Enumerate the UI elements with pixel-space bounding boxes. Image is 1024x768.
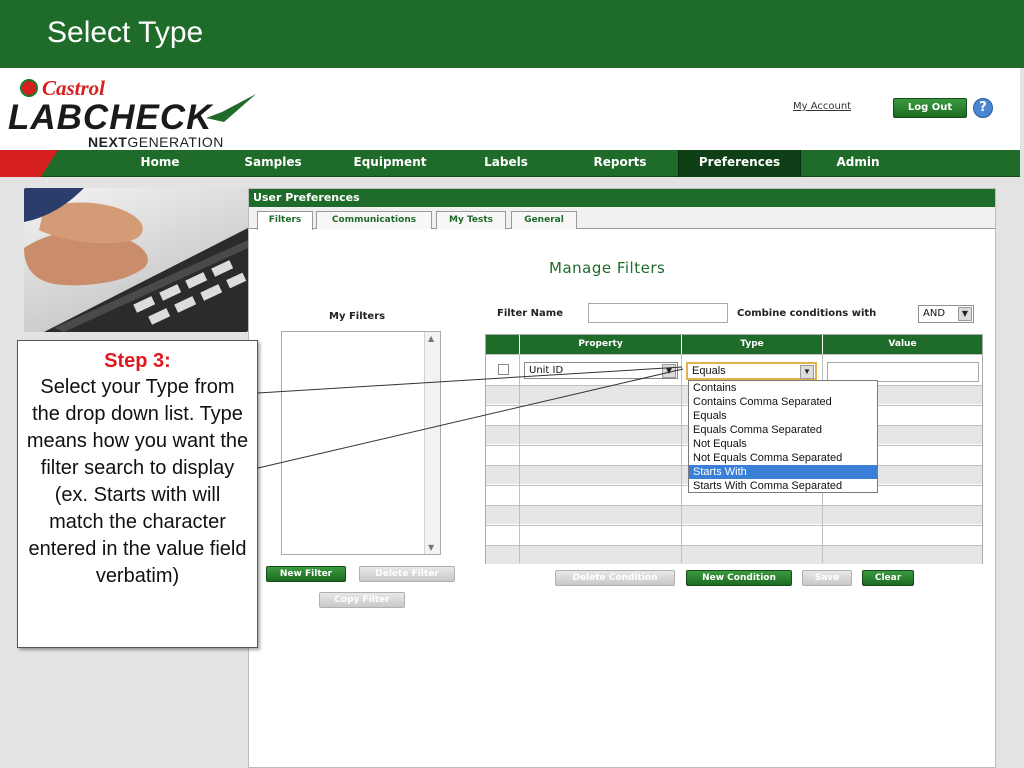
labcheck-wordmark: LABCHECK <box>8 98 213 137</box>
delete-condition-button[interactable]: Delete Condition <box>555 570 675 586</box>
help-icon[interactable]: ? <box>973 98 993 118</box>
type-dropdown-list[interactable]: Contains Contains Comma Separated Equals… <box>688 380 878 493</box>
type-option-starts-with-comma[interactable]: Starts With Comma Separated <box>689 479 877 493</box>
property-select[interactable]: Unit ID ▼ <box>524 362 678 379</box>
tab-filters[interactable]: Filters <box>257 211 313 230</box>
nav-item-equipment[interactable]: Equipment <box>340 150 440 177</box>
nav-item-home[interactable]: Home <box>120 150 200 177</box>
property-value: Unit ID <box>529 365 564 376</box>
filter-name-label: Filter Name <box>497 308 563 319</box>
column-divider <box>519 354 520 563</box>
panel-title: User Preferences <box>249 189 995 207</box>
nav-item-labels[interactable]: Labels <box>470 150 542 177</box>
grid-header: Property Type Value <box>486 335 982 354</box>
value-input[interactable] <box>827 362 979 382</box>
manage-filters-heading: Manage Filters <box>549 259 666 277</box>
next-text: NEXT <box>88 134 128 150</box>
column-header-value: Value <box>822 335 982 354</box>
new-condition-button[interactable]: New Condition <box>686 570 792 586</box>
new-filter-button[interactable]: New Filter <box>266 566 346 582</box>
slide-title-bar: Select Type <box>0 0 1024 68</box>
combine-conditions-label: Combine conditions with <box>737 308 877 319</box>
row-checkbox[interactable] <box>498 364 509 375</box>
type-option-contains-comma[interactable]: Contains Comma Separated <box>689 395 877 409</box>
table-row <box>486 525 982 544</box>
type-option-not-equals[interactable]: Not Equals <box>689 437 877 451</box>
castrol-logo: Castrol <box>14 76 136 100</box>
nav-red-accent <box>0 150 58 177</box>
type-value: Equals <box>692 365 726 377</box>
type-option-equals-comma[interactable]: Equals Comma Separated <box>689 423 877 437</box>
step-title: Step 3: <box>104 350 171 372</box>
type-option-starts-with[interactable]: Starts With <box>689 465 877 479</box>
type-option-equals[interactable]: Equals <box>689 409 877 423</box>
filters-list[interactable]: ▲ ▼ <box>281 331 441 555</box>
table-row <box>486 545 982 564</box>
logout-button[interactable]: Log Out <box>893 98 967 118</box>
chevron-down-icon[interactable]: ▼ <box>958 307 972 321</box>
delete-filter-button[interactable]: Delete Filter <box>359 566 455 582</box>
column-header-type: Type <box>681 335 822 354</box>
slide-title: Select Type <box>47 16 204 49</box>
chevron-down-icon[interactable]: ▼ <box>662 364 676 378</box>
tab-communications[interactable]: Communications <box>316 211 432 229</box>
my-account-link[interactable]: My Account <box>793 101 851 112</box>
table-row <box>486 505 982 524</box>
chevron-down-icon[interactable]: ▼ <box>800 365 814 379</box>
combine-conditions-select[interactable]: AND ▼ <box>918 305 974 323</box>
tab-strip: Filters Communications My Tests General <box>249 207 995 230</box>
filter-name-input[interactable] <box>588 303 728 323</box>
tab-my-tests[interactable]: My Tests <box>436 211 506 229</box>
column-header-property: Property <box>519 335 681 354</box>
castrol-emblem-icon <box>20 79 38 97</box>
keyboard-illustration <box>24 188 248 332</box>
main-nav: Home Samples Equipment Labels Reports Pr… <box>0 150 1020 177</box>
combine-conditions-value: AND <box>923 308 946 319</box>
column-divider <box>681 354 682 563</box>
type-select[interactable]: Equals ▼ <box>686 362 817 380</box>
nav-item-admin[interactable]: Admin <box>820 150 896 177</box>
type-option-contains[interactable]: Contains <box>689 381 877 395</box>
castrol-wordmark: Castrol <box>42 76 106 100</box>
scroll-up-icon[interactable]: ▲ <box>428 334 434 343</box>
my-filters-label: My Filters <box>329 311 386 322</box>
labcheck-logo[interactable]: Castrol LABCHECK NEXTGENERATION <box>8 76 258 150</box>
scroll-down-icon[interactable]: ▼ <box>428 543 434 552</box>
copy-filter-button[interactable]: Copy Filter <box>319 592 405 608</box>
generation-text: GENERATION <box>127 134 224 150</box>
step-callout: Step 3: Select your Type from the drop d… <box>17 340 258 648</box>
tab-general[interactable]: General <box>511 211 577 229</box>
next-generation-tagline: NEXTGENERATION <box>88 134 224 150</box>
check-swoosh-icon <box>206 94 256 122</box>
keyboard-photo <box>24 188 248 332</box>
nav-item-reports[interactable]: Reports <box>580 150 660 177</box>
filters-list-scrollbar[interactable]: ▲ ▼ <box>424 332 440 554</box>
type-option-not-equals-comma[interactable]: Not Equals Comma Separated <box>689 451 877 465</box>
app-header: Castrol LABCHECK NEXTGENERATION My Accou… <box>0 68 1020 150</box>
clear-button[interactable]: Clear <box>862 570 914 586</box>
nav-item-samples[interactable]: Samples <box>233 150 313 177</box>
user-preferences-panel: User Preferences Filters Communications … <box>248 188 996 768</box>
save-button[interactable]: Save <box>802 570 852 586</box>
step-description: Select your Type from the drop down list… <box>26 376 249 587</box>
nav-item-preferences[interactable]: Preferences <box>678 150 801 177</box>
